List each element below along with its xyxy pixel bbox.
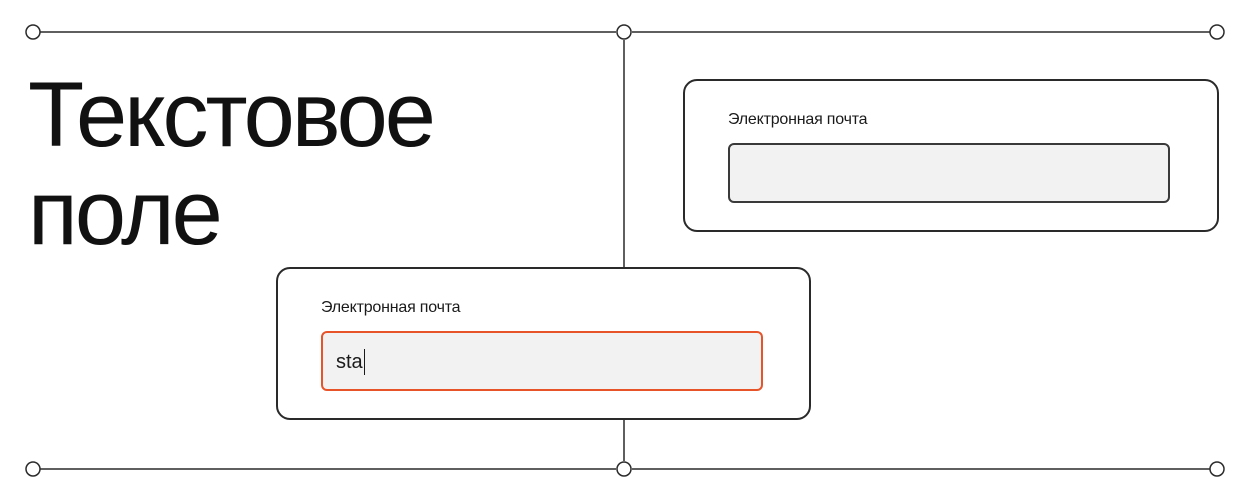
page-title: Текстовое поле [28, 64, 436, 264]
email-field-active[interactable] [321, 331, 763, 391]
node-bottom-center-icon [616, 461, 632, 477]
email-field-card-active: Электронная почта sta [276, 267, 811, 420]
node-bottom-left-icon [25, 461, 41, 477]
email-field-text: sta [336, 351, 363, 373]
email-field-label: Электронная почта [728, 111, 868, 128]
text-caret-icon [363, 349, 366, 375]
page-title-line-1: Текстовое [28, 64, 436, 166]
page-title-line-2: поле [28, 162, 223, 264]
email-field-label: Электронная почта [321, 299, 461, 316]
node-top-center-icon [616, 24, 632, 40]
node-top-right-icon [1209, 24, 1225, 40]
email-field-empty[interactable] [728, 143, 1170, 203]
email-field-value: sta [336, 349, 366, 375]
node-bottom-right-icon [1209, 461, 1225, 477]
email-field-card-empty: Электронная почта [683, 79, 1219, 232]
node-top-left-icon [25, 24, 41, 40]
